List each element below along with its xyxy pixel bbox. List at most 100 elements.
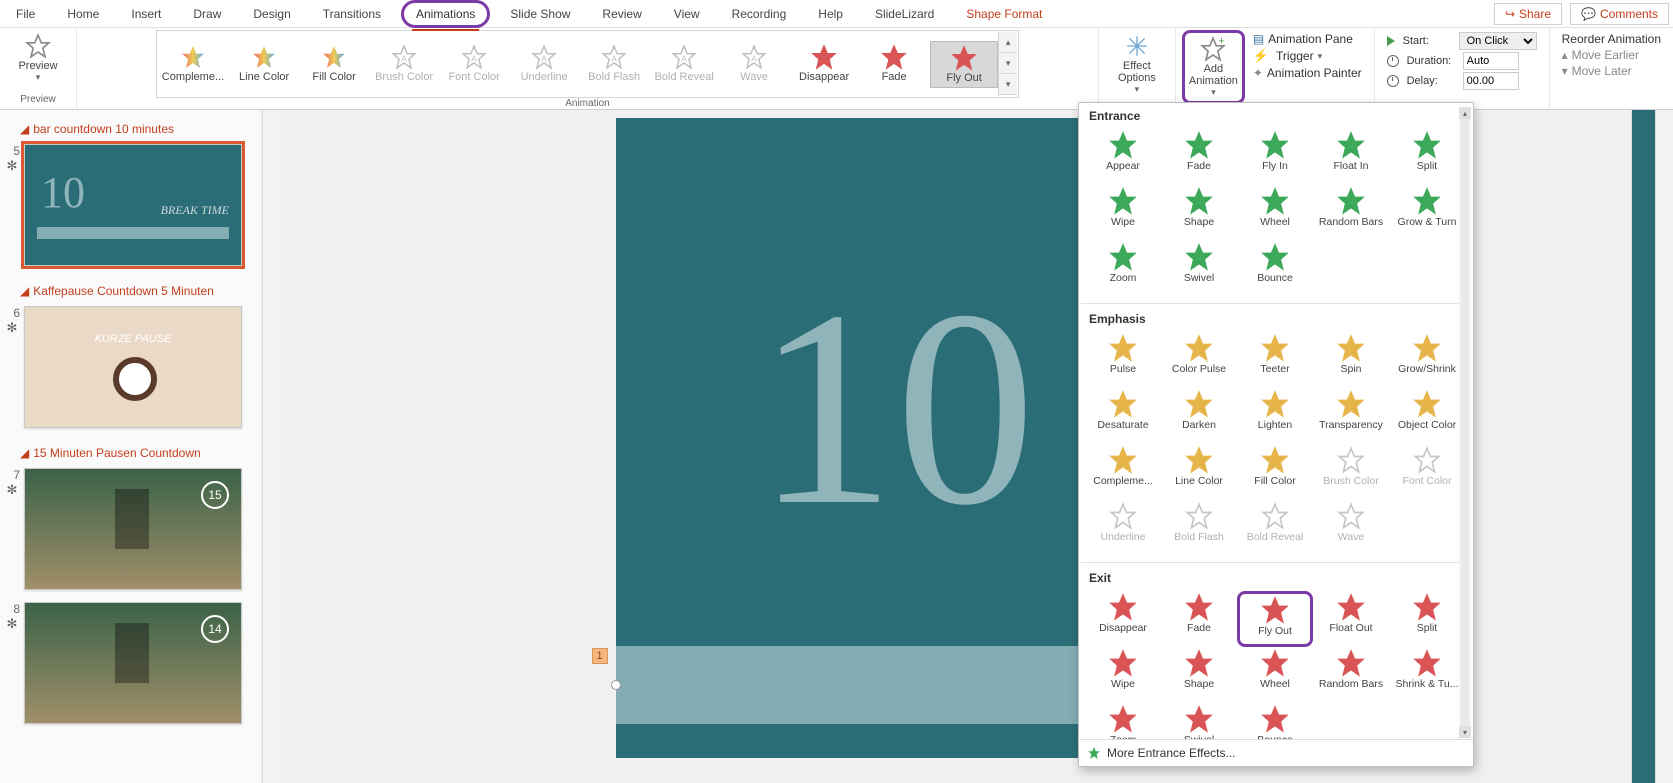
- gallery-item-line-color[interactable]: Line Color: [230, 41, 298, 86]
- anim-emphasis-bold-flash[interactable]: Bold Flash: [1161, 500, 1237, 556]
- anim-emphasis-compleme-[interactable]: Compleme...: [1085, 444, 1161, 500]
- anim-emphasis-line-color[interactable]: Line Color: [1161, 444, 1237, 500]
- gallery-item-compleme-[interactable]: Compleme...: [158, 41, 228, 86]
- canvas-scrollbar[interactable]: [1655, 110, 1673, 783]
- section-header[interactable]: ◢Kaffepause Countdown 5 Minuten: [4, 278, 257, 302]
- menu-help[interactable]: Help: [806, 3, 855, 25]
- menu-slidelizard[interactable]: SlideLizard: [863, 3, 946, 25]
- gallery-more-button[interactable]: ▾: [999, 74, 1017, 95]
- menu-insert[interactable]: Insert: [119, 3, 173, 25]
- anim-entrance-split[interactable]: Split: [1389, 129, 1465, 185]
- effect-options-button[interactable]: Effect Options ▾: [1105, 30, 1169, 98]
- anim-emphasis-teeter[interactable]: Teeter: [1237, 332, 1313, 388]
- menu-home[interactable]: Home: [55, 3, 111, 25]
- menu-transitions[interactable]: Transitions: [311, 3, 393, 25]
- gallery-item-bold-flash[interactable]: ABold Flash: [580, 41, 648, 86]
- anim-entrance-random-bars[interactable]: Random Bars: [1313, 185, 1389, 241]
- section-header[interactable]: ◢bar countdown 10 minutes: [4, 116, 257, 140]
- slide-thumbnail-6[interactable]: KURZE PAUSE: [24, 306, 242, 428]
- anim-emphasis-lighten[interactable]: Lighten: [1237, 388, 1313, 444]
- gallery-item-brush-color[interactable]: ABrush Color: [370, 41, 438, 86]
- gallery-up-button[interactable]: ▴: [999, 32, 1017, 53]
- anim-exit-split[interactable]: Split: [1389, 591, 1465, 647]
- animation-pane-button[interactable]: ▤ Animation Pane: [1253, 32, 1362, 46]
- anim-exit-shape[interactable]: Shape: [1161, 647, 1237, 703]
- menu-design[interactable]: Design: [241, 3, 302, 25]
- anim-entrance-grow-turn[interactable]: Grow & Turn: [1389, 185, 1465, 241]
- anim-entrance-wheel[interactable]: Wheel: [1237, 185, 1313, 241]
- anim-exit-bounce[interactable]: Bounce: [1237, 703, 1313, 739]
- gallery-item-bold-reveal[interactable]: ABold Reveal: [650, 41, 718, 86]
- dropdown-scrollbar[interactable]: ▴▾: [1459, 107, 1471, 738]
- menu-animations[interactable]: Animations: [401, 0, 490, 28]
- anim-emphasis-wave[interactable]: Wave: [1313, 500, 1389, 556]
- anim-exit-fly-out[interactable]: Fly Out: [1237, 591, 1313, 647]
- share-button[interactable]: ↪ Share: [1494, 3, 1562, 25]
- anim-entrance-float-in[interactable]: Float In: [1313, 129, 1389, 185]
- anim-entrance-fade[interactable]: Fade: [1161, 129, 1237, 185]
- menu-recording[interactable]: Recording: [720, 3, 799, 25]
- gallery-item-underline[interactable]: AUnderline: [510, 41, 578, 86]
- section-header[interactable]: ◢15 Minuten Pausen Countdown: [4, 440, 257, 464]
- slide-thumbnail-8[interactable]: 14: [24, 602, 242, 724]
- anim-exit-fade[interactable]: Fade: [1161, 591, 1237, 647]
- slide-thumbnail-7[interactable]: 15: [24, 468, 242, 590]
- anim-emphasis-spin[interactable]: Spin: [1313, 332, 1389, 388]
- anim-exit-wheel[interactable]: Wheel: [1237, 647, 1313, 703]
- gallery-item-fade[interactable]: Fade: [860, 41, 928, 86]
- anim-entrance-appear[interactable]: Appear: [1085, 129, 1161, 185]
- gallery-item-disappear[interactable]: Disappear: [790, 41, 858, 86]
- anim-emphasis-underline[interactable]: Underline: [1085, 500, 1161, 556]
- menu-view[interactable]: View: [662, 3, 712, 25]
- anim-exit-random-bars[interactable]: Random Bars: [1313, 647, 1389, 703]
- thumbs-scrollbar[interactable]: [262, 110, 280, 783]
- anim-emphasis-brush-color[interactable]: Brush Color: [1313, 444, 1389, 500]
- anim-exit-swivel[interactable]: Swivel: [1161, 703, 1237, 739]
- gallery-item-font-color[interactable]: AFont Color: [440, 41, 508, 86]
- anim-exit-float-out[interactable]: Float Out: [1313, 591, 1389, 647]
- slide-thumbnail-5[interactable]: 10 BREAK TIME: [24, 144, 242, 266]
- gallery-down-button[interactable]: ▾: [999, 53, 1017, 74]
- anim-entrance-fly-in[interactable]: Fly In: [1237, 129, 1313, 185]
- anim-entrance-bounce[interactable]: Bounce: [1237, 241, 1313, 297]
- menu-slideshow[interactable]: Slide Show: [498, 3, 582, 25]
- anim-entrance-swivel[interactable]: Swivel: [1161, 241, 1237, 297]
- duration-input[interactable]: [1463, 52, 1519, 70]
- menu-file[interactable]: File: [4, 3, 47, 25]
- add-animation-button[interactable]: + Add Animation ▾: [1182, 30, 1245, 104]
- anim-emphasis-transparency[interactable]: Transparency: [1313, 388, 1389, 444]
- anim-exit-disappear[interactable]: Disappear: [1085, 591, 1161, 647]
- anim-emphasis-object-color[interactable]: Object Color: [1389, 388, 1465, 444]
- delay-input[interactable]: [1463, 72, 1519, 90]
- anim-emphasis-desaturate[interactable]: Desaturate: [1085, 388, 1161, 444]
- gallery-item-fly-out[interactable]: Fly Out: [930, 41, 998, 88]
- anim-exit-shrink-tu-[interactable]: Shrink & Tu...: [1389, 647, 1465, 703]
- gallery-item-wave[interactable]: AWave: [720, 41, 788, 86]
- menu-review[interactable]: Review: [590, 3, 653, 25]
- anim-entrance-zoom[interactable]: Zoom: [1085, 241, 1161, 297]
- anim-emphasis-fill-color[interactable]: Fill Color: [1237, 444, 1313, 500]
- preview-button[interactable]: Preview ▾: [6, 30, 70, 86]
- resize-handle[interactable]: [611, 680, 621, 690]
- selected-shape-bar[interactable]: [616, 646, 1108, 724]
- start-select[interactable]: On Click: [1459, 32, 1537, 50]
- animation-order-tag[interactable]: 1: [592, 648, 608, 664]
- anim-emphasis-color-pulse[interactable]: Color Pulse: [1161, 332, 1237, 388]
- anim-entrance-shape[interactable]: Shape: [1161, 185, 1237, 241]
- anim-emphasis-darken[interactable]: Darken: [1161, 388, 1237, 444]
- anim-emphasis-grow-shrink[interactable]: Grow/Shrink: [1389, 332, 1465, 388]
- move-later-button[interactable]: ▾ Move Later: [1562, 64, 1661, 78]
- more-entrance-effects[interactable]: More Entrance Effects...: [1079, 739, 1473, 766]
- anim-entrance-wipe[interactable]: Wipe: [1085, 185, 1161, 241]
- menu-shapeformat[interactable]: Shape Format: [954, 3, 1054, 25]
- comments-button[interactable]: 💬 Comments: [1570, 3, 1669, 25]
- move-earlier-button[interactable]: ▴ Move Earlier: [1562, 48, 1661, 62]
- animation-painter-button[interactable]: ✦ Animation Painter: [1253, 66, 1362, 80]
- menu-draw[interactable]: Draw: [181, 3, 233, 25]
- gallery-item-fill-color[interactable]: Fill Color: [300, 41, 368, 86]
- anim-emphasis-bold-reveal[interactable]: Bold Reveal: [1237, 500, 1313, 556]
- anim-exit-wipe[interactable]: Wipe: [1085, 647, 1161, 703]
- anim-emphasis-font-color[interactable]: Font Color: [1389, 444, 1465, 500]
- anim-exit-zoom[interactable]: Zoom: [1085, 703, 1161, 739]
- anim-emphasis-pulse[interactable]: Pulse: [1085, 332, 1161, 388]
